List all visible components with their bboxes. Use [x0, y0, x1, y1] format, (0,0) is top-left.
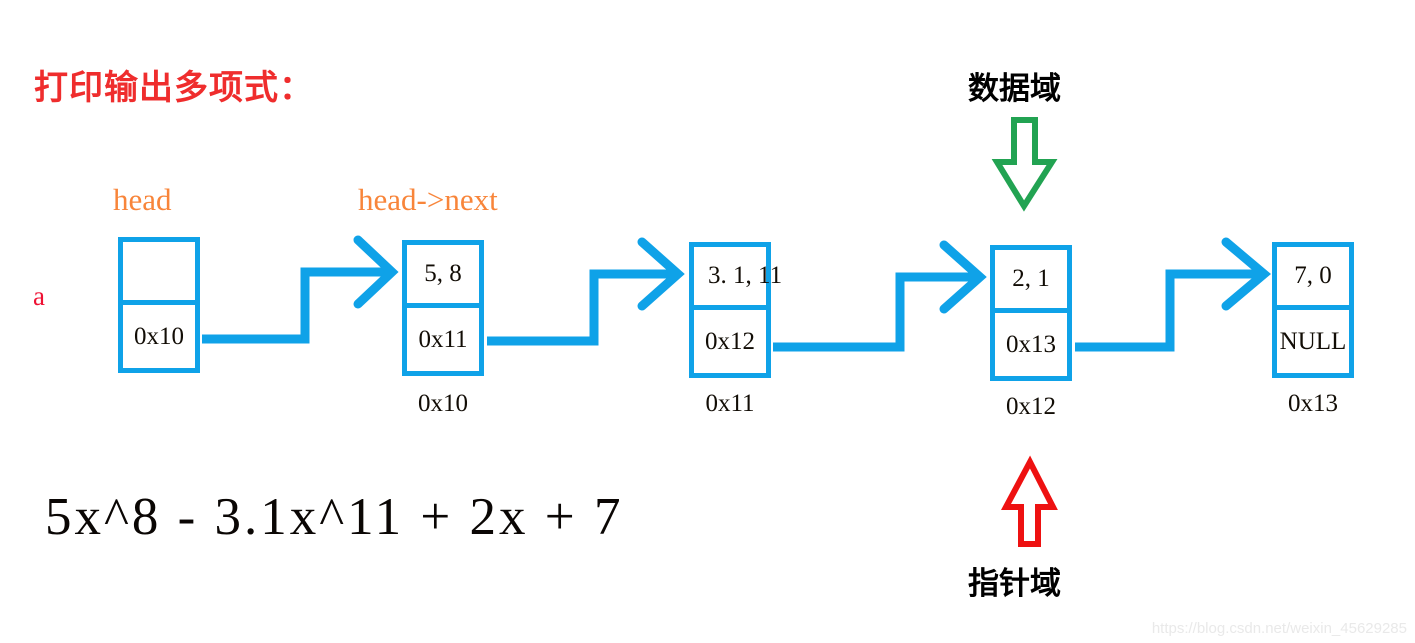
polynomial-formula: 5x^8 - 3.1x^11 + 2x + 7 [45, 488, 624, 546]
connector-1 [202, 267, 390, 344]
page-title: 打印输出多项式： [34, 68, 314, 108]
annotation-pointer-field: 指针域 [968, 566, 1061, 602]
list-node: 2, 1 0x13 [990, 245, 1072, 381]
node-data-cell [123, 242, 195, 305]
label-head-next: head->next [358, 182, 498, 217]
connector-2 [487, 269, 676, 346]
node-address-caption: 0x11 [705, 390, 755, 417]
diagram-canvas: 打印输出多项式： head head->next a 0x10 5, 8 0x1… [0, 0, 1415, 643]
node-pointer-cell: 0x13 [1006, 330, 1056, 358]
list-node: 7, 0 NULL [1272, 242, 1354, 378]
label-variable-a: a [33, 281, 45, 311]
annotation-data-field: 数据域 [968, 71, 1061, 107]
list-node: 5, 8 0x11 [402, 240, 484, 376]
node-address-caption: 0x10 [418, 390, 468, 417]
node-data-cell: 5, 8 [407, 245, 479, 308]
connector-3 [773, 272, 978, 352]
arrowhead-3 [939, 240, 987, 314]
node-data-text: 3. 1, 11 [708, 262, 783, 289]
arrowhead-4 [1221, 237, 1271, 311]
node-pointer-cell: 0x12 [705, 327, 755, 355]
watermark: https://blog.csdn.net/weixin_45629285 [1151, 620, 1407, 637]
node-data-cell: 3. 1, 11 [694, 247, 782, 310]
node-pointer-cell: 0x11 [418, 325, 468, 353]
node-pointer-cell: 0x10 [134, 322, 184, 350]
list-node: 0x10 [118, 237, 200, 373]
data-field-arrow-icon [991, 117, 1058, 212]
node-data-cell: 2, 1 [995, 250, 1067, 313]
pointer-field-arrow-icon [1001, 455, 1058, 547]
arrowhead-1 [353, 235, 399, 309]
label-head: head [113, 182, 172, 217]
node-data-cell: 7, 0 [1277, 247, 1349, 310]
list-node: 3. 1, 11 0x12 [689, 242, 782, 378]
node-address-caption: 0x13 [1288, 390, 1338, 417]
connector-4 [1075, 269, 1262, 352]
arrowhead-2 [637, 237, 685, 311]
node-address-caption: 0x12 [1006, 393, 1056, 420]
node-pointer-cell: NULL [1279, 327, 1347, 355]
